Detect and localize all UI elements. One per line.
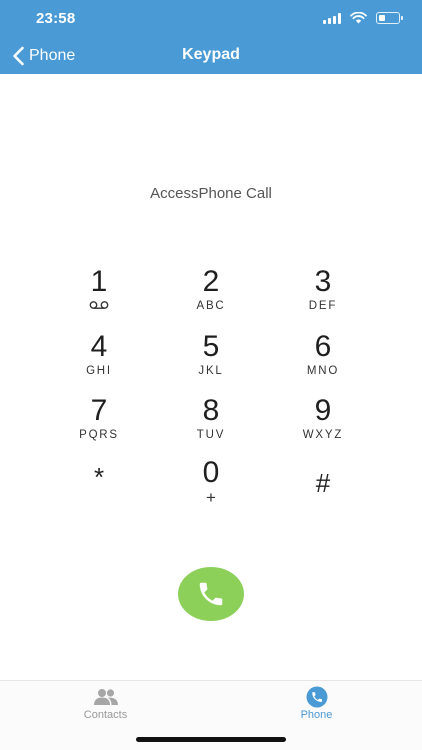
cellular-signal-icon bbox=[323, 12, 341, 24]
key-digit: 2 bbox=[202, 265, 220, 298]
key-hash[interactable]: # bbox=[278, 457, 368, 517]
phone-icon bbox=[199, 582, 223, 606]
key-letters: + bbox=[206, 488, 216, 507]
key-letters: DEF bbox=[308, 300, 338, 312]
key-digit: 0 bbox=[202, 456, 220, 489]
header: 23:58 Phone Keypad bbox=[0, 0, 422, 74]
tab-label: Contacts bbox=[83, 709, 128, 721]
key-star[interactable]: * bbox=[54, 457, 144, 517]
key-9[interactable]: 9 WXYZ bbox=[278, 395, 368, 455]
key-digit: 8 bbox=[202, 394, 220, 427]
keypad-screen: 23:58 Phone Keypad AccessPhone Call 1 2 … bbox=[0, 0, 422, 750]
battery-icon bbox=[376, 12, 403, 24]
battery-level bbox=[378, 14, 385, 21]
voicemail-icon bbox=[89, 301, 109, 309]
key-3[interactable]: 3 DEF bbox=[278, 266, 368, 326]
home-indicator[interactable] bbox=[136, 737, 286, 742]
key-digit: 9 bbox=[314, 394, 332, 427]
key-8[interactable]: 8 TUV bbox=[166, 395, 256, 455]
contacts-icon bbox=[93, 689, 118, 705]
key-letters: JKL bbox=[198, 365, 224, 377]
wifi-icon bbox=[350, 12, 367, 24]
key-6[interactable]: 6 MNO bbox=[278, 331, 368, 391]
key-digit: 5 bbox=[202, 330, 220, 363]
number-display: AccessPhone Call bbox=[150, 185, 272, 202]
key-digit: 6 bbox=[314, 330, 332, 363]
key-digit: 7 bbox=[90, 394, 108, 427]
key-letters: PQRS bbox=[79, 429, 119, 441]
key-4[interactable]: 4 GHI bbox=[54, 331, 144, 391]
key-2[interactable]: 2 ABC bbox=[166, 266, 256, 326]
key-0[interactable]: 0 + bbox=[166, 457, 256, 517]
status-time: 23:58 bbox=[36, 10, 76, 27]
key-5[interactable]: 5 JKL bbox=[166, 331, 256, 391]
key-letters: MNO bbox=[306, 365, 340, 377]
key-7[interactable]: 7 PQRS bbox=[54, 395, 144, 455]
key-letters: WXYZ bbox=[302, 429, 344, 441]
key-digit: 3 bbox=[314, 265, 332, 298]
key-letters: GHI bbox=[86, 365, 112, 377]
phone-circle-icon bbox=[306, 686, 327, 708]
status-indicators bbox=[323, 12, 403, 24]
key-1[interactable]: 1 bbox=[54, 266, 144, 326]
call-button[interactable] bbox=[178, 567, 244, 621]
tab-label: Phone bbox=[300, 709, 333, 721]
tab-phone[interactable]: Phone bbox=[211, 681, 422, 729]
page-title: Keypad bbox=[182, 46, 240, 63]
key-digit: 4 bbox=[90, 330, 108, 363]
key-digit: # bbox=[315, 468, 331, 498]
tab-contacts[interactable]: Contacts bbox=[0, 681, 211, 729]
key-digit: * bbox=[93, 462, 105, 492]
key-letters: ABC bbox=[196, 300, 226, 312]
key-letters: TUV bbox=[196, 429, 226, 441]
key-digit: 1 bbox=[90, 265, 108, 298]
